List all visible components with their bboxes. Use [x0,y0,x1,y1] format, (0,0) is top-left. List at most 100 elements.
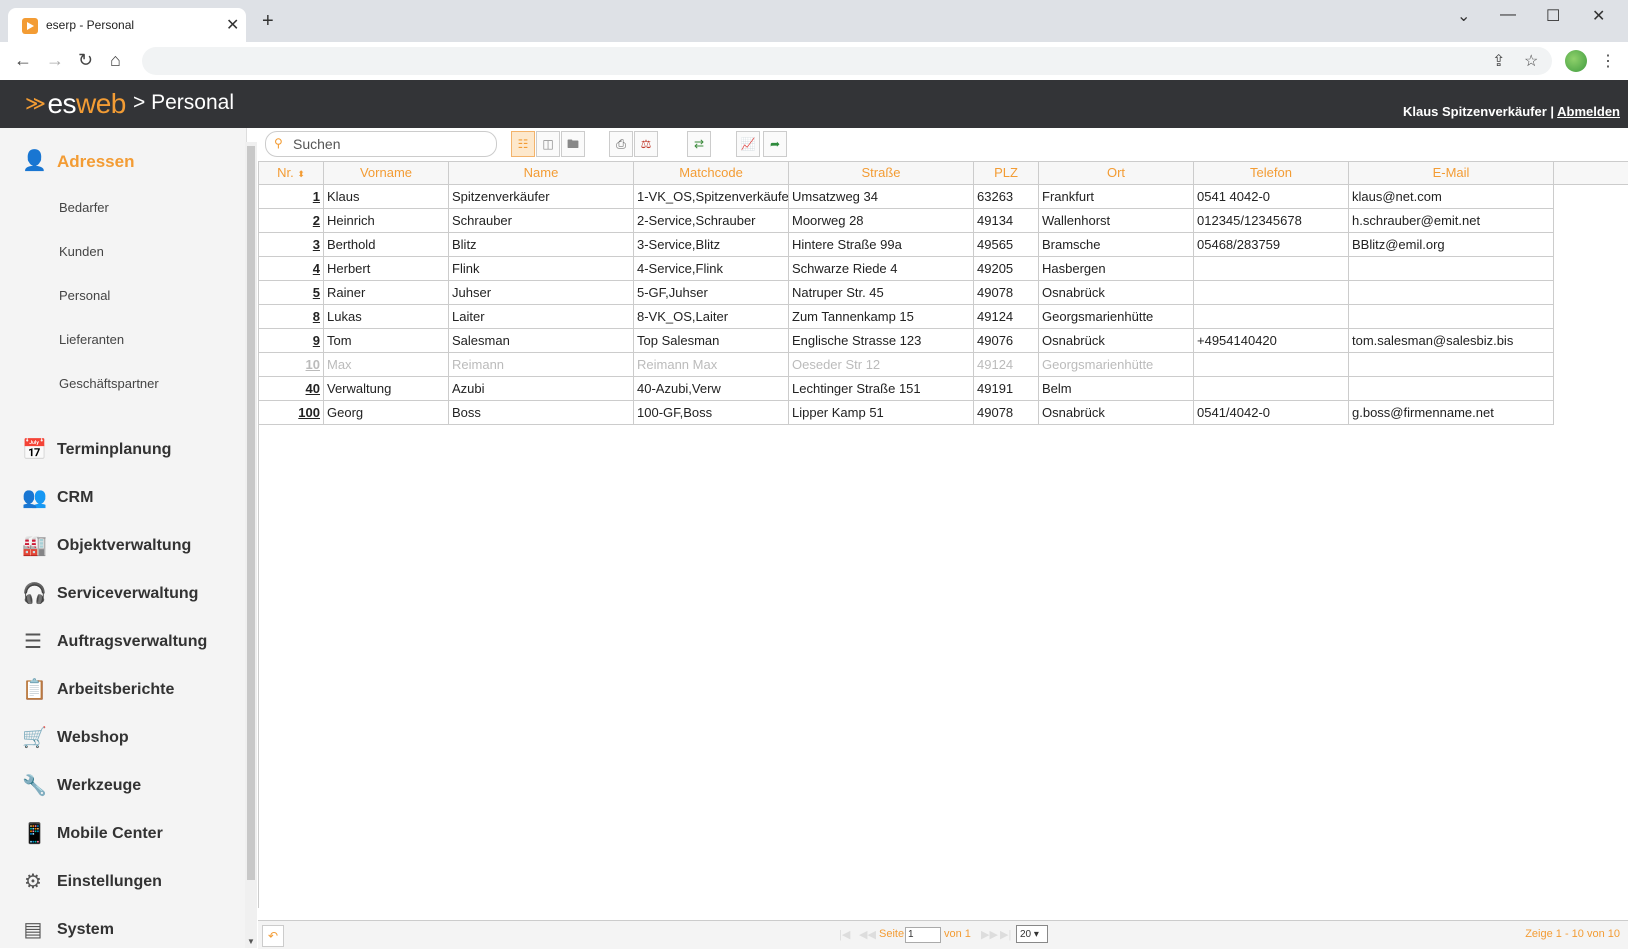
cell-name: Azubi [449,377,634,400]
sidebar-item-bedarfer[interactable]: Bedarfer [59,200,109,215]
back-icon[interactable]: ← [14,50,32,71]
tab-search-icon[interactable]: ⌄ [1457,6,1470,26]
cell-strasse: Moorweg 28 [789,209,974,232]
sidebar: 👤 Adressen Bedarfer Kunden Personal Lief… [0,128,247,948]
cell-plz: 49134 [974,209,1039,232]
last-page-icon[interactable]: ▶| [1000,928,1011,941]
address-bar[interactable] [142,47,1552,75]
cell-nr[interactable]: 3 [259,233,324,256]
page-input[interactable]: 1 [905,927,941,943]
print-button[interactable]: ⎙ [609,131,633,157]
favicon-icon [22,18,38,34]
pager: ↶ |◀ ◀◀ Seite 1 von 1 ▶▶ ▶| 20 ▾ Zeige 1… [258,920,1628,949]
close-window-button[interactable]: ✕ [1592,6,1605,26]
cell-telefon [1194,281,1349,304]
bookmark-star-icon[interactable]: ☆ [1524,51,1538,71]
sort-arrow-icon: ⬍ [297,169,305,179]
table-row[interactable]: 9 Tom Salesman Top Salesman Englische Strass… [259,329,1554,353]
col-header-name[interactable]: Name [449,162,634,184]
cell-nr[interactable]: 5 [259,281,324,304]
record-summary: Zeige 1 - 10 von 10 [1525,928,1620,940]
prev-page-icon[interactable]: ◀◀ [859,928,876,941]
grid-view-button[interactable]: ☷ [511,131,535,157]
col-header-telefon[interactable]: Telefon [1194,162,1349,184]
logout-link[interactable]: Abmelden [1557,104,1620,119]
col-header-email[interactable]: E-Mail [1349,162,1554,184]
menu-icon[interactable]: ⋮ [1600,51,1616,71]
cell-telefon: 012345/12345678 [1194,209,1349,232]
cell-strasse: Schwarze Riede 4 [789,257,974,280]
reload-icon[interactable]: ↻ [78,50,93,71]
personal-table: Nr. ⬍ Vorname Name Matchcode Straße PLZ … [258,161,1628,908]
search-input[interactable]: Suchen [293,136,340,152]
undo-button[interactable]: ↶ [262,925,284,947]
table-row[interactable]: 1 Klaus Spitzenverkäufer 1-VK_OS,Spitzenver… [259,185,1554,209]
cell-ort: Bramsche [1039,233,1194,256]
mobile-phone-icon: 📱 [22,823,47,845]
sidebar-section-label: Webshop [57,729,129,746]
report-button[interactable]: 📈 [736,131,760,157]
table-row[interactable]: 8 Lukas Laiter 8-VK_OS,Laiter Zum Tannenkamp… [259,305,1554,329]
cell-matchcode: 100-GF,Boss [634,401,789,424]
browser-tab[interactable]: eserp - Personal ✕ [8,8,246,42]
next-page-icon[interactable]: ▶▶ [981,928,998,941]
logo-es: es [47,88,77,119]
filter-button[interactable]: ⚖ [634,131,658,157]
page-size-select[interactable]: 20 ▾ [1016,925,1048,943]
cell-vorname: Lukas [324,305,449,328]
folder-view-button[interactable]: 🖿 [561,131,585,157]
cell-plz: 49191 [974,377,1039,400]
cell-nr[interactable]: 8 [259,305,324,328]
sidebar-item-kunden[interactable]: Kunden [59,244,104,259]
cell-plz: 49124 [974,305,1039,328]
maximize-button[interactable]: ☐ [1546,6,1560,26]
sidebar-item-personal[interactable]: Personal [59,288,110,303]
user-bar: Klaus Spitzenverkäufer | Abmelden [1403,104,1620,119]
tab-close-icon[interactable]: ✕ [226,15,239,35]
cell-nr[interactable]: 4 [259,257,324,280]
cell-nr[interactable]: 1 [259,185,324,208]
col-header-strasse[interactable]: Straße [789,162,974,184]
table-row[interactable]: 100 Georg Boss 100-GF,Boss Lipper Kamp 51 490… [259,401,1554,425]
minimize-button[interactable]: — [1500,6,1516,24]
table-row[interactable]: 10 Max Reimann Reimann Max Oeseder Str 12 491… [259,353,1554,377]
cell-plz: 49076 [974,329,1039,352]
search-box[interactable]: ⚲ Suchen [265,131,497,157]
sidebar-section-label: Werkzeuge [57,777,142,794]
share-icon[interactable]: ⇪ [1492,51,1505,71]
table-row[interactable]: 40 Verwaltung Azubi 40-Azubi,Verw Lechtinger… [259,377,1554,401]
sidebar-scrollbar[interactable]: ▼ [245,142,257,948]
app-logo[interactable]: ≫esweb [25,88,126,120]
cell-nr[interactable]: 100 [259,401,324,424]
col-header-vorname[interactable]: Vorname [324,162,449,184]
table-row[interactable]: 2 Heinrich Schrauber 2-Service,Schrauber Moo… [259,209,1554,233]
cell-nr[interactable]: 9 [259,329,324,352]
replace-button[interactable]: ⇄ [687,131,711,157]
cell-matchcode: 2-Service,Schrauber [634,209,789,232]
scrollbar-thumb[interactable] [247,146,255,880]
table-row[interactable]: 5 Rainer Juhser 5-GF,Juhser Natruper Str. 45… [259,281,1554,305]
col-header-ort[interactable]: Ort [1039,162,1194,184]
cell-telefon: 0541 4042-0 [1194,185,1349,208]
col-header-plz[interactable]: PLZ [974,162,1039,184]
sidebar-item-geschaeftspartner[interactable]: Geschäftspartner [59,376,159,391]
col-header-nr[interactable]: Nr. ⬍ [259,162,324,184]
col-header-matchcode[interactable]: Matchcode [634,162,789,184]
forward-icon[interactable]: → [46,50,64,71]
sidebar-section-label: Terminplanung [57,441,172,458]
table-row[interactable]: 4 Herbert Flink 4-Service,Flink Schwarze Rie… [259,257,1554,281]
table-row[interactable]: 3 Berthold Blitz 3-Service,Blitz Hintere Str… [259,233,1554,257]
cart-icon: 🛒 [22,727,47,749]
scroll-down-icon[interactable]: ▼ [247,937,255,946]
first-page-icon[interactable]: |◀ [839,928,850,941]
sidebar-item-lieferanten[interactable]: Lieferanten [59,332,124,347]
home-icon[interactable]: ⌂ [110,50,121,71]
cell-nr[interactable]: 10 [259,353,324,376]
profile-avatar[interactable] [1565,50,1587,72]
excel-export-button[interactable]: ➦ [763,131,787,157]
cell-nr[interactable]: 40 [259,377,324,400]
cell-nr[interactable]: 2 [259,209,324,232]
cell-strasse: Lechtinger Straße 151 [789,377,974,400]
detail-view-button[interactable]: ◫ [536,131,560,157]
new-tab-button[interactable]: + [262,10,274,33]
